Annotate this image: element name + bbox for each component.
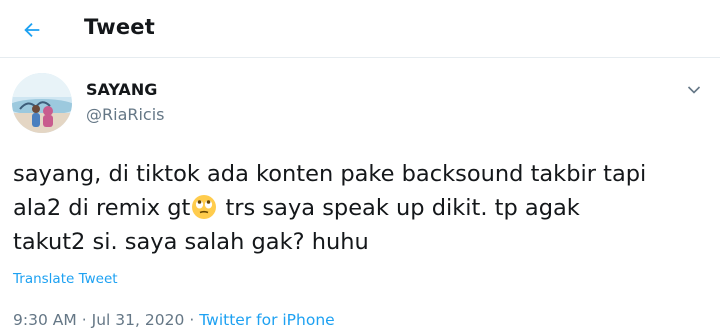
arrow-left-icon [24,22,40,38]
chevron-down-icon [687,86,701,94]
tweet-date: Jul 31, 2020 [91,311,185,329]
top-bar: Tweet [0,0,720,58]
avatar[interactable] [12,73,72,133]
more-options-button[interactable] [682,80,706,100]
tweet-line-part: trs saya speak up dikit. tp agak [225,195,580,221]
tweet-line: ala2 di remix gt trs saya speak up dikit… [13,191,713,225]
author-name[interactable]: SAYANG [86,80,157,99]
tweet-meta: 9:30 AM · Jul 31, 2020 · Twitter for iPhone [13,311,335,329]
tweet-line: sayang, di tiktok ada konten pake backso… [13,161,647,187]
tweet-line: takut2 si. saya salah gak? huhu [13,229,369,255]
back-button[interactable] [14,12,50,48]
tweet-source-link[interactable]: Twitter for iPhone [199,311,334,329]
tweet-text: sayang, di tiktok ada konten pake backso… [13,157,713,259]
tweet-line-part: ala2 di remix gt [13,195,191,221]
meta-separator: · [189,311,195,329]
meta-separator: · [81,311,87,329]
translate-tweet-link[interactable]: Translate Tweet [13,271,118,287]
author-handle[interactable]: @RiaRicis [86,105,165,124]
page-title: Tweet [84,15,155,39]
tweet-time: 9:30 AM [13,311,77,329]
